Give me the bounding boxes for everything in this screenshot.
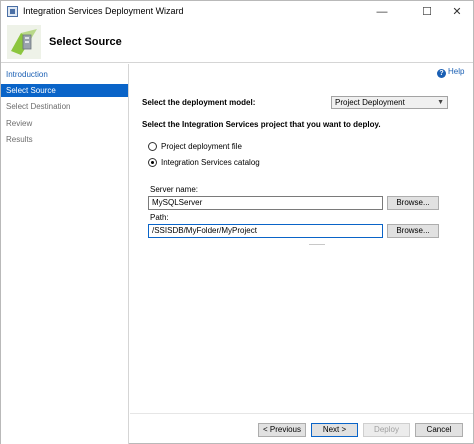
window-title: Integration Services Deployment Wizard: [23, 6, 184, 16]
minimize-button[interactable]: —: [367, 1, 397, 23]
deployment-model-select[interactable]: Project Deployment ▼: [331, 96, 448, 109]
browse-server-button[interactable]: Browse...: [387, 196, 439, 210]
server-name-label: Server name:: [150, 185, 199, 194]
app-icon: [7, 6, 18, 17]
browse-path-button[interactable]: Browse...: [387, 224, 439, 238]
cancel-button[interactable]: Cancel: [415, 423, 463, 437]
server-name-field[interactable]: MySQLServer: [148, 196, 383, 210]
title-bar[interactable]: Integration Services Deployment Wizard —…: [1, 1, 473, 23]
nav-item-introduction[interactable]: Introduction: [1, 68, 128, 81]
help-link[interactable]: ? Help: [437, 67, 464, 78]
deploy-button[interactable]: Deploy: [363, 423, 410, 437]
radio-project-file[interactable]: [148, 142, 157, 151]
divider: [309, 244, 325, 245]
path-label: Path:: [150, 213, 169, 222]
page-title: Select Source: [49, 36, 122, 48]
close-button[interactable]: ✕: [442, 1, 472, 23]
wizard-window: Integration Services Deployment Wizard —…: [0, 0, 474, 444]
help-label: Help: [448, 67, 465, 76]
wizard-step-nav: Introduction Select Source Select Destin…: [1, 64, 129, 444]
nav-item-review: Review: [6, 119, 33, 128]
help-icon: ?: [437, 69, 446, 78]
deployment-model-label: Select the deployment model:: [142, 98, 256, 107]
option-project-file-label: Project deployment file: [161, 142, 242, 151]
path-field[interactable]: /SSISDB/MyFolder/MyProject: [148, 224, 383, 238]
next-button[interactable]: Next >: [311, 423, 358, 437]
wizard-header-icon: [7, 25, 41, 59]
radio-ssis-catalog[interactable]: [148, 158, 157, 167]
nav-item-results: Results: [6, 135, 33, 144]
deployment-model-value: Project Deployment: [335, 98, 405, 107]
project-prompt: Select the Integration Services project …: [142, 120, 381, 129]
maximize-button[interactable]: ☐: [412, 1, 442, 23]
nav-item-select-source[interactable]: Select Source: [1, 84, 128, 97]
wizard-header: Select Source: [1, 23, 473, 63]
footer-divider: [130, 413, 473, 414]
previous-button[interactable]: < Previous: [258, 423, 306, 437]
nav-item-select-destination: Select Destination: [6, 102, 71, 111]
option-ssis-catalog-label: Integration Services catalog: [161, 158, 260, 167]
chevron-down-icon: ▼: [437, 99, 444, 106]
